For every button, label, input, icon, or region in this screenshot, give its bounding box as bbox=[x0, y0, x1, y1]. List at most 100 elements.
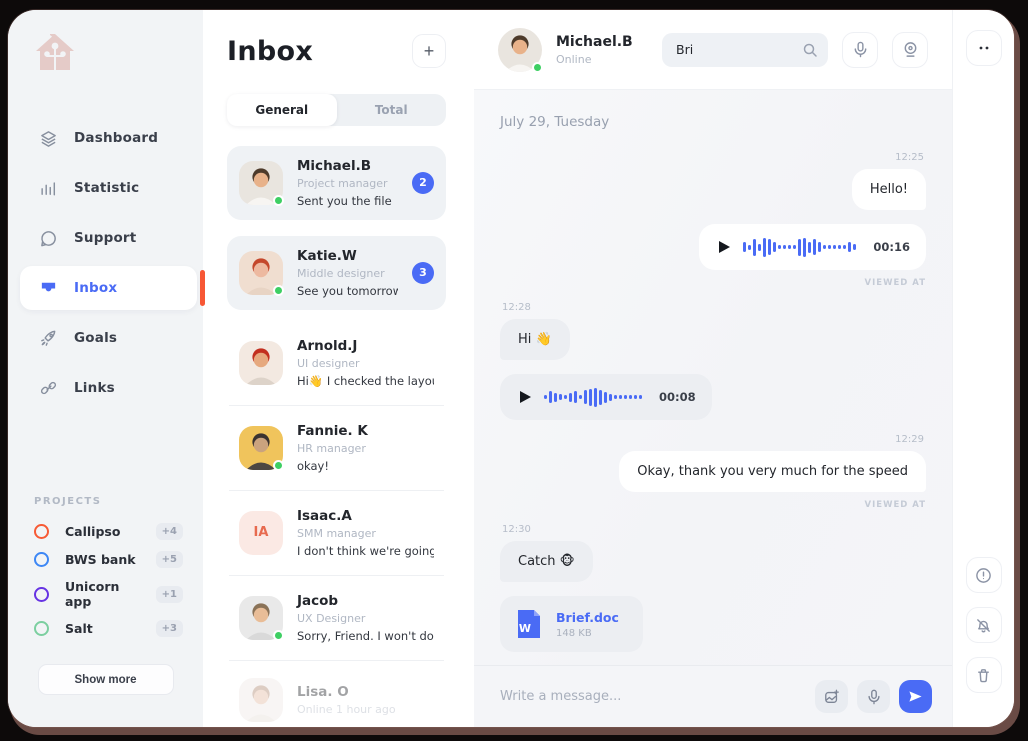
divider bbox=[229, 490, 444, 491]
project-item[interactable]: Salt+3 bbox=[34, 620, 183, 637]
conversation-item[interactable]: IA Isaac.ASMM managerI don't think we're … bbox=[227, 496, 446, 570]
avatar bbox=[239, 341, 283, 385]
project-count-badge: +5 bbox=[156, 551, 183, 568]
sidebar: Dashboard Statistic Support Inbox Goals Links… bbox=[8, 10, 203, 727]
project-count-badge: +4 bbox=[156, 523, 183, 540]
file-attachment[interactable]: W Brief.doc148 KB bbox=[500, 596, 643, 652]
viewed-at-label: VIEWED AT bbox=[500, 500, 926, 510]
avatar: IA bbox=[239, 511, 283, 555]
mute-notifications-button[interactable] bbox=[966, 607, 1002, 643]
conversation-role: UX Designer bbox=[297, 612, 434, 625]
divider bbox=[229, 575, 444, 576]
composer bbox=[474, 665, 952, 727]
file-size: 148 KB bbox=[556, 628, 619, 639]
more-options-button[interactable] bbox=[966, 30, 1002, 66]
message-row: Hi 👋 bbox=[500, 319, 926, 360]
waveform bbox=[743, 236, 856, 258]
video-call-button[interactable] bbox=[892, 32, 928, 68]
conversation-item[interactable]: Michael.B Project manager Sent you the fil… bbox=[227, 146, 446, 220]
project-item[interactable]: Callipso+4 bbox=[34, 523, 183, 540]
chat-contact-name: Michael.B bbox=[556, 34, 633, 50]
attach-image-button[interactable] bbox=[815, 680, 848, 713]
delete-chat-button[interactable] bbox=[966, 657, 1002, 693]
project-name: BWS bank bbox=[65, 552, 140, 567]
project-item[interactable]: BWS bank +5 bbox=[34, 551, 183, 568]
chat-info-button[interactable] bbox=[966, 557, 1002, 593]
viewed-at-label: VIEWED AT bbox=[500, 278, 926, 288]
play-icon[interactable] bbox=[719, 241, 730, 253]
sidebar-item-dashboard[interactable]: Dashboard bbox=[20, 116, 197, 160]
file-info: Brief.doc148 KB bbox=[556, 610, 619, 639]
sidebar-nav: Dashboard Statistic Support Inbox Goals Links bbox=[8, 116, 203, 416]
project-name: Unicorn app bbox=[65, 579, 140, 609]
conversation-item[interactable]: JacobUX DesignerSorry, Friend. I won't d… bbox=[227, 581, 446, 655]
conversation-role: UI designer bbox=[297, 357, 434, 370]
sidebar-item-label: Support bbox=[74, 230, 136, 246]
trash-icon bbox=[975, 667, 992, 684]
sidebar-item-goals[interactable]: Goals bbox=[20, 316, 197, 360]
show-more-button[interactable]: Show more bbox=[38, 664, 174, 695]
sidebar-item-label: Links bbox=[74, 380, 115, 396]
right-toolbar bbox=[952, 10, 1014, 727]
message-row: Catch 🐵 bbox=[500, 541, 926, 582]
project-color-ring bbox=[34, 552, 49, 567]
message-area: July 29, Tuesday 12:25Hello!00:16VIEWED … bbox=[474, 90, 952, 665]
microphone-icon bbox=[866, 689, 882, 705]
doc-file-icon: W bbox=[514, 608, 544, 640]
webcam-icon bbox=[902, 41, 919, 58]
sidebar-item-support[interactable]: Support bbox=[20, 216, 197, 260]
tab-general[interactable]: General bbox=[227, 94, 337, 126]
online-indicator bbox=[273, 460, 284, 471]
divider bbox=[229, 405, 444, 406]
conversation-role: Project manager bbox=[297, 177, 398, 190]
voice-message: 00:16 bbox=[699, 224, 926, 270]
sidebar-item-links[interactable]: Links bbox=[20, 366, 197, 410]
avatar bbox=[239, 426, 283, 470]
new-chat-button[interactable]: + bbox=[412, 34, 446, 68]
sidebar-item-statistic[interactable]: Statistic bbox=[20, 166, 197, 210]
conversation-item[interactable]: Fannie. KHR managerokay! bbox=[227, 411, 446, 485]
conversation-role: Online 1 hour ago bbox=[297, 703, 434, 716]
project-color-ring bbox=[34, 524, 49, 539]
conversation-name: Katie.W bbox=[297, 248, 398, 264]
online-indicator bbox=[273, 285, 284, 296]
conversation-item[interactable]: Katie.WMiddle designerSee you tomorrow..… bbox=[227, 236, 446, 310]
tab-total[interactable]: Total bbox=[337, 94, 447, 126]
message-bubble: Hi 👋 bbox=[500, 319, 570, 360]
message-bubble: Okay, thank you very much for the speed bbox=[619, 451, 926, 492]
online-indicator bbox=[273, 630, 284, 641]
project-count-badge: +1 bbox=[156, 586, 183, 603]
conversation-item[interactable]: Arnold.JUI designerHi👋 I checked the lay… bbox=[227, 326, 446, 400]
message-input[interactable] bbox=[500, 689, 806, 704]
sidebar-item-label: Dashboard bbox=[74, 130, 158, 146]
conversation-item[interactable]: Lisa. OOnline 1 hour ago bbox=[227, 666, 446, 727]
conversation-info: Isaac.ASMM managerI don't think we're go… bbox=[297, 508, 434, 558]
project-color-ring bbox=[34, 621, 49, 636]
message-row: 00:08 bbox=[500, 374, 926, 420]
play-icon[interactable] bbox=[520, 391, 531, 403]
unread-badge: 2 bbox=[412, 172, 434, 194]
sidebar-item-label: Goals bbox=[74, 330, 117, 346]
inbox-list-panel: Inbox + General Total Michael.BProject m… bbox=[203, 10, 474, 727]
sidebar-item-label: Inbox bbox=[74, 280, 117, 296]
voice-message: 00:08 bbox=[500, 374, 712, 420]
conversation-role: Middle designer bbox=[297, 267, 398, 280]
conversation-info: JacobUX DesignerSorry, Friend. I won't d… bbox=[297, 593, 434, 643]
projects-section: PROJECTS Callipso+4BWS bank+5Unicorn app… bbox=[8, 496, 203, 648]
conversation-name: Michael.B bbox=[297, 158, 398, 174]
dashboard-icon bbox=[38, 128, 58, 148]
avatar bbox=[239, 678, 283, 722]
conversation-info: Michael.B Project manager Sent you the fil… bbox=[297, 158, 398, 208]
send-button[interactable] bbox=[899, 680, 932, 713]
chat-search-input[interactable] bbox=[676, 42, 802, 57]
sidebar-item-inbox[interactable]: Inbox bbox=[20, 266, 197, 310]
record-voice-button[interactable] bbox=[857, 680, 890, 713]
project-item[interactable]: Unicorn app +1 bbox=[34, 579, 183, 609]
chat-date: July 29, Tuesday bbox=[500, 114, 926, 130]
project-count-badge: +3 bbox=[156, 620, 183, 637]
inbox-icon bbox=[38, 278, 58, 298]
voice-call-button[interactable] bbox=[842, 32, 878, 68]
active-indicator-bar bbox=[200, 270, 205, 306]
conversation-preview: Sent you the file bbox=[297, 194, 398, 208]
send-icon bbox=[908, 689, 923, 704]
